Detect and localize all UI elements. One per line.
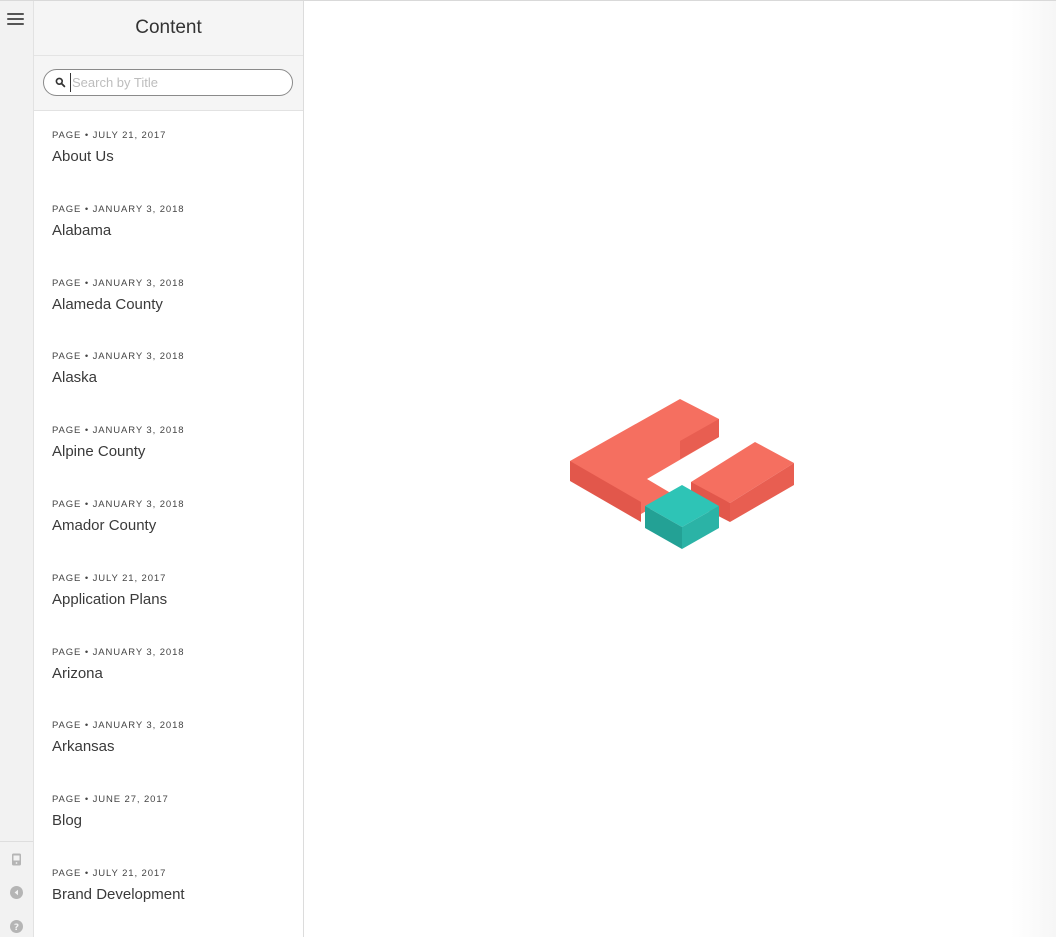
hamburger-menu-icon[interactable] xyxy=(7,13,24,27)
item-title: Arizona xyxy=(52,664,103,682)
item-meta: PAGE • JULY 21, 2017 xyxy=(52,130,167,141)
search-input[interactable] xyxy=(70,73,282,92)
item-meta: PAGE • JANUARY 3, 2018 xyxy=(52,498,185,510)
item-title: Brand Development xyxy=(52,885,185,903)
item-meta: PAGE • JUNE 27, 2017 xyxy=(52,794,169,806)
item-title: Application Plans xyxy=(52,590,168,608)
list-item[interactable]: PAGE • JANUARY 3, 2018 Arizona xyxy=(34,629,303,703)
content-list: PAGE • JULY 21, 2017 About Us PAGE • JANUA… xyxy=(34,112,303,924)
item-meta: PAGE • JANUARY 3, 2018 xyxy=(52,425,185,437)
list-item[interactable]: PAGE • JULY 21, 2017 About Us xyxy=(34,112,303,186)
list-item[interactable]: PAGE • JANUARY 3, 2018 Alameda County xyxy=(34,260,303,334)
item-title: Amador County xyxy=(52,516,157,534)
item-title: Alabama xyxy=(52,221,112,239)
panel-header: Content xyxy=(34,1,303,111)
list-item[interactable]: PAGE • JANUARY 3, 2018 Alaska xyxy=(34,333,303,407)
item-meta: PAGE • JANUARY 3, 2018 xyxy=(52,720,185,732)
help-icon[interactable]: ? xyxy=(10,920,23,933)
collapse-arrow-icon[interactable] xyxy=(10,886,23,899)
search-icon xyxy=(55,77,66,88)
list-item[interactable]: PAGE • JANUARY 3, 2018 Arkansas xyxy=(34,702,303,776)
item-title: Alaska xyxy=(52,369,98,387)
item-meta: PAGE • JANUARY 3, 2018 xyxy=(52,646,185,658)
device-preview-icon[interactable] xyxy=(10,853,23,866)
list-item[interactable]: PAGE • JUNE 27, 2017 Blog xyxy=(34,776,303,850)
item-meta: PAGE • JANUARY 3, 2018 xyxy=(52,351,185,363)
item-title: Alpine County xyxy=(52,443,146,461)
item-meta: PAGE • JULY 21, 2017 xyxy=(52,867,167,879)
item-title: About Us xyxy=(52,148,114,165)
app-logo xyxy=(570,399,794,549)
item-meta: PAGE • JANUARY 3, 2018 xyxy=(52,203,185,215)
icon-rail: ? xyxy=(0,1,34,937)
main-area xyxy=(304,1,1056,937)
header-divider xyxy=(34,55,303,56)
item-meta: PAGE • JANUARY 3, 2018 xyxy=(52,277,185,289)
item-title: Arkansas xyxy=(52,738,115,756)
item-meta: PAGE • JULY 21, 2017 xyxy=(52,572,167,584)
item-title: Blog xyxy=(52,812,83,830)
search-box[interactable] xyxy=(43,69,293,96)
list-item[interactable]: PAGE • JANUARY 3, 2018 Alabama xyxy=(34,186,303,260)
panel-title: Content xyxy=(135,17,202,38)
rail-bottom-tools: ? xyxy=(0,841,33,937)
app-window: ? Content PAGE • JULY 21, 2017About UsPA… xyxy=(0,0,1056,937)
list-item[interactable]: PAGE • JANUARY 3, 2018 Amador County xyxy=(34,481,303,555)
content-panel: Content PAGE • JULY 21, 2017About UsPAGE… xyxy=(34,1,304,937)
list-item[interactable]: PAGE • JANUARY 3, 2018 Alpine County xyxy=(34,407,303,481)
list-item[interactable]: PAGE • JULY 21, 2017 Application Plans xyxy=(34,555,303,629)
list-item[interactable]: PAGE • JULY 21, 2017 Brand Development xyxy=(34,850,303,924)
svg-text:?: ? xyxy=(14,923,19,933)
item-title: Alameda County xyxy=(52,295,163,313)
